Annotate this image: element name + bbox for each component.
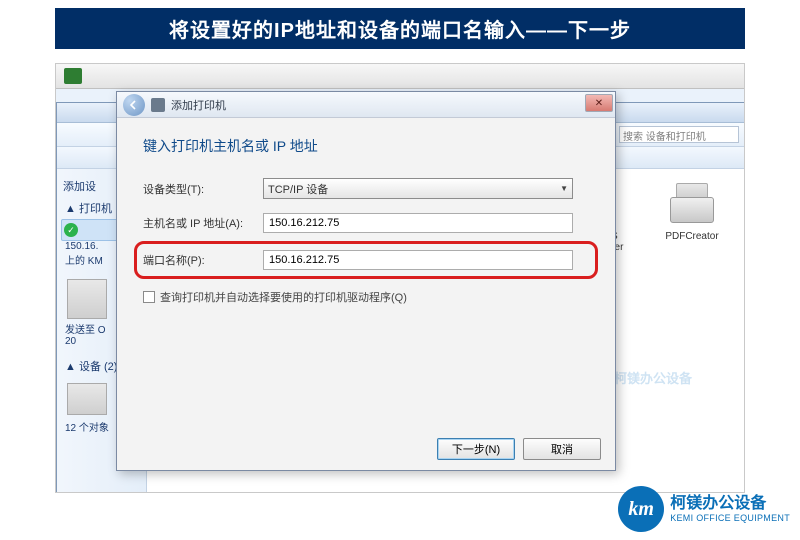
printer-icon bbox=[662, 177, 722, 227]
brand-footer: km 柯镁办公设备 KEMI OFFICE EQUIPMENT bbox=[618, 486, 790, 532]
sidebar-scanner-thumb[interactable] bbox=[67, 279, 107, 319]
dialog-titlebar: 添加打印机 ✕ bbox=[117, 92, 615, 118]
select-device-type[interactable]: TCP/IP 设备 ▼ bbox=[263, 178, 573, 199]
dialog-heading: 键入打印机主机名或 IP 地址 bbox=[143, 136, 589, 156]
brand-sub: KEMI OFFICE EQUIPMENT bbox=[670, 513, 790, 523]
select-device-type-value: TCP/IP 设备 bbox=[268, 181, 328, 197]
printer-item-pdfcreator[interactable]: PDFCreator bbox=[647, 177, 737, 242]
label-device-type: 设备类型(T): bbox=[143, 181, 263, 197]
sidebar-printers-label: 打印机 bbox=[79, 203, 112, 215]
brand-logo: km bbox=[618, 486, 664, 532]
row-port: 端口名称(P): bbox=[143, 250, 589, 270]
next-button[interactable]: 下一步(N) bbox=[437, 438, 515, 460]
screenshot-container: 搜索 设备和打印机 添加设 ▲ 打印机 ✓ 150.16. 上的 KM 发送至 … bbox=[55, 63, 745, 493]
printer-small-icon bbox=[151, 98, 165, 112]
background-ribbon bbox=[56, 64, 744, 89]
sidebar-devices-label: 设备 (2) bbox=[79, 361, 118, 373]
back-button[interactable] bbox=[123, 94, 145, 116]
cancel-button[interactable]: 取消 bbox=[523, 438, 601, 460]
dialog-title: 添加打印机 bbox=[171, 97, 226, 113]
row-autodetect: 查询打印机并自动选择要使用的打印机驱动程序(Q) bbox=[143, 289, 589, 305]
row-device-type: 设备类型(T): TCP/IP 设备 ▼ bbox=[143, 178, 589, 199]
label-autodetect: 查询打印机并自动选择要使用的打印机驱动程序(Q) bbox=[160, 289, 407, 305]
add-printer-dialog: 添加打印机 ✕ 键入打印机主机名或 IP 地址 设备类型(T): TCP/IP … bbox=[116, 91, 616, 471]
check-icon: ✓ bbox=[64, 223, 78, 237]
arrow-left-icon bbox=[129, 100, 139, 110]
slide-title: 将设置好的IP地址和设备的端口名输入——下一步 bbox=[55, 8, 745, 49]
sidebar-device-thumb[interactable] bbox=[67, 383, 107, 415]
row-host: 主机名或 IP 地址(A): bbox=[143, 213, 589, 233]
label-port: 端口名称(P): bbox=[143, 252, 263, 268]
excel-icon bbox=[64, 68, 82, 84]
input-host[interactable] bbox=[263, 213, 573, 233]
chevron-down-icon: ▼ bbox=[560, 184, 568, 193]
dialog-footer: 下一步(N) 取消 bbox=[437, 438, 601, 460]
checkbox-autodetect[interactable] bbox=[143, 291, 155, 303]
input-port[interactable] bbox=[263, 250, 573, 270]
printer-label: PDFCreator bbox=[647, 231, 737, 242]
highlighted-port-row: 端口名称(P): bbox=[134, 241, 598, 279]
close-button[interactable]: ✕ bbox=[585, 94, 613, 112]
brand-name: 柯镁办公设备 bbox=[670, 495, 790, 513]
label-host: 主机名或 IP 地址(A): bbox=[143, 215, 263, 231]
explorer-search-input[interactable]: 搜索 设备和打印机 bbox=[619, 126, 739, 143]
